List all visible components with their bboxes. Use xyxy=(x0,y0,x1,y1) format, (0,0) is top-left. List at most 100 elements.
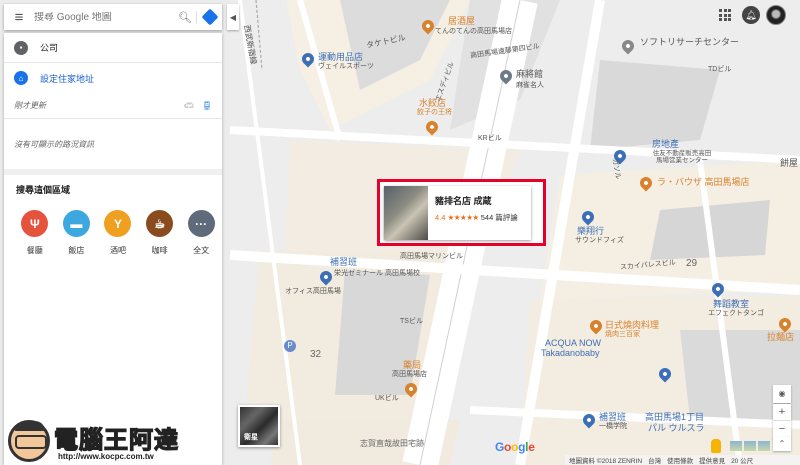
place-preview-highlight: 豬排名店 成蔵 4.4 ★★★★★ 544 篇評論 xyxy=(377,179,546,246)
category-label: 咖啡 xyxy=(151,246,168,255)
poi-sports[interactable]: 運動用品店 xyxy=(318,52,363,62)
zoom-out-button[interactable]: − xyxy=(773,421,791,438)
traffic-updated-row: 剛才更新 🚗︎ 🚆︎ xyxy=(4,93,222,119)
category-label: 飯店 xyxy=(68,246,85,255)
category-bar[interactable]: Y 酒吧 xyxy=(97,210,139,256)
collapse-panel-button[interactable]: ◀ xyxy=(227,4,239,30)
poi-hotel-sub: 栄光ゼミナール 高田馬場校 xyxy=(334,270,420,277)
region-link[interactable]: 台灣 xyxy=(648,455,661,465)
block-number: 29 xyxy=(686,258,698,269)
fork-knife-icon: Ψ xyxy=(21,210,49,237)
cocktail-icon: Y xyxy=(104,210,132,237)
poi-fudosan[interactable]: 房地產 xyxy=(652,139,679,149)
poi-hotpot-sub: 焼肉三百家 xyxy=(605,331,640,338)
work-label: 公司 xyxy=(40,43,59,53)
place-preview-card[interactable]: 豬排名店 成蔵 4.4 ★★★★★ 544 篇評論 xyxy=(384,186,531,240)
poi-cram-sub: 一橋学院 xyxy=(599,423,627,430)
place-rating: 4.4 ★★★★★ 544 篇評論 xyxy=(435,212,518,223)
poi-right[interactable]: 餅屋 xyxy=(780,158,798,168)
work-address-row[interactable]: ▪ 公司 xyxy=(4,33,222,63)
zoom-control: + − xyxy=(773,404,791,438)
mascot-logo-icon xyxy=(8,420,50,462)
building-label: ソフトリサーチセンター xyxy=(640,37,740,47)
expand-icon[interactable]: ⌃ xyxy=(773,437,791,451)
imagery-thumbnails[interactable] xyxy=(730,441,770,451)
rating-value: 4.4 xyxy=(435,213,446,222)
feedback-link[interactable]: 提供意見 xyxy=(699,455,725,465)
car-icon[interactable]: 🚗︎ xyxy=(184,101,194,110)
notification-bell-icon[interactable]: 🔔︎ xyxy=(742,6,760,24)
account-avatar[interactable] xyxy=(766,5,786,25)
poi-ramen[interactable]: ラ・バウザ 高田馬場店 xyxy=(657,177,750,187)
poi-suigyo-sub: 餃子の王将 xyxy=(417,109,452,116)
more-icon: ··· xyxy=(187,210,215,237)
search-input[interactable] xyxy=(34,11,174,23)
poi-suigyo[interactable]: 水餃店 xyxy=(419,98,446,108)
menu-icon[interactable]: ≡ xyxy=(4,9,34,26)
category-buttons: Ψ 餐廳 ▬ 飯店 Y 酒吧 ☕︎ 咖啡 ··· 全文 xyxy=(4,196,222,256)
category-label: 酒吧 xyxy=(109,246,126,255)
category-hotel[interactable]: ▬ 飯店 xyxy=(56,210,98,256)
category-restaurant[interactable]: Ψ 餐廳 xyxy=(14,210,56,256)
block-number: 32 xyxy=(310,349,322,360)
poi-park[interactable]: パル ウルスラ xyxy=(648,423,705,433)
directions-icon[interactable] xyxy=(196,8,222,26)
search-bar[interactable]: ≡ 🔍︎ xyxy=(4,4,222,30)
poi-mahjong-sub: 麻雀名人 xyxy=(516,82,544,89)
poi-takada[interactable]: 高田馬場1丁目 xyxy=(645,412,704,422)
parking-icon[interactable]: P xyxy=(284,340,296,352)
category-label: 餐廳 xyxy=(26,246,43,255)
map-footer: 地圖資料 ©2018 ZENRIN 台灣 使用條款 提供意見 20 公尺 xyxy=(565,455,800,465)
category-coffee[interactable]: ☕︎ 咖啡 xyxy=(139,210,181,256)
poi-ramen2[interactable]: 拉麵店 xyxy=(767,332,794,342)
briefcase-icon: ▪ xyxy=(14,40,28,55)
home-icon: ⌂ xyxy=(14,71,28,85)
my-location-button[interactable]: ◉ xyxy=(773,385,791,403)
google-logo: Google xyxy=(495,440,535,454)
satellite-label: 衛星 xyxy=(244,434,258,441)
home-address-row[interactable]: ⌂ 設定住家地址 xyxy=(4,63,222,93)
poi-cram[interactable]: 補習班 xyxy=(599,412,626,422)
category-more[interactable]: ··· 全文 xyxy=(180,210,222,256)
watermark-url: http://www.kocpc.com.tw xyxy=(58,452,154,461)
poi-sunset[interactable]: 樂翔行 xyxy=(577,226,604,236)
site-watermark: 電腦王阿達 http://www.kocpc.com.tw xyxy=(4,416,214,465)
side-panel: ▪ 公司 ⌂ 設定住家地址 剛才更新 🚗︎ 🚆︎ 沒有可顯示的路況資訊 搜尋這個… xyxy=(4,33,222,465)
landmark-label: 志賀直哉故田宅跡 xyxy=(360,439,424,448)
coffee-icon: ☕︎ xyxy=(146,210,174,237)
building-label: オフィス高田馬場 xyxy=(285,288,341,295)
bed-icon: ▬ xyxy=(62,210,90,237)
poi-mahjong[interactable]: 麻將館 xyxy=(516,69,543,79)
search-icon[interactable]: 🔍︎ xyxy=(174,11,196,24)
poi-hotel[interactable]: 補習班 xyxy=(330,257,357,267)
pegman-icon[interactable] xyxy=(711,439,721,453)
poi-pharmacy[interactable]: 藥局 xyxy=(403,360,421,370)
satellite-toggle[interactable]: 衛星 xyxy=(238,405,280,447)
poi-fudosan-sub: 住友不動産販売高田馬場営業センター xyxy=(652,150,712,165)
category-label: 全文 xyxy=(193,246,210,255)
poi-sunset-sub: サウンドフィズ xyxy=(575,237,624,244)
building-label: UKビル xyxy=(375,395,399,402)
review-count[interactable]: 544 篇評論 xyxy=(481,213,518,222)
poi-acqua-sub: Takadanobaby xyxy=(541,348,600,358)
home-label: 設定住家地址 xyxy=(40,73,95,84)
scale-bar[interactable]: 20 公尺 xyxy=(731,455,753,465)
building-label: TDビル xyxy=(708,66,732,73)
nearby-title: 搜尋這個區域 xyxy=(16,185,71,195)
traffic-info: 沒有可顯示的路況資訊 xyxy=(4,119,222,175)
poi-dance[interactable]: 舞蹈教室 xyxy=(713,299,749,309)
building-label: 高田馬場マリンビル xyxy=(400,253,463,260)
apps-grid-icon[interactable] xyxy=(719,9,731,21)
place-photo[interactable] xyxy=(384,186,428,240)
poi-izakaya-sub: てんのてんの高田馬場店 xyxy=(435,28,512,35)
poi-dance-sub: エフェクトタンゴ xyxy=(708,310,764,317)
poi-izakaya[interactable]: 居酒屋 xyxy=(448,16,475,26)
poi-acqua[interactable]: ACQUA NOW xyxy=(545,338,601,348)
poi-hotpot[interactable]: 日式燒肉料理 xyxy=(605,320,659,330)
transit-icon[interactable]: 🚆︎ xyxy=(202,101,212,110)
zoom-in-button[interactable]: + xyxy=(773,404,791,421)
map-data-credit[interactable]: 地圖資料 ©2018 ZENRIN xyxy=(569,455,642,465)
watermark-brand: 電腦王阿達 xyxy=(53,425,179,454)
poi-pharmacy-sub: 高田馬場店 xyxy=(392,371,427,378)
terms-link[interactable]: 使用條款 xyxy=(667,455,693,465)
